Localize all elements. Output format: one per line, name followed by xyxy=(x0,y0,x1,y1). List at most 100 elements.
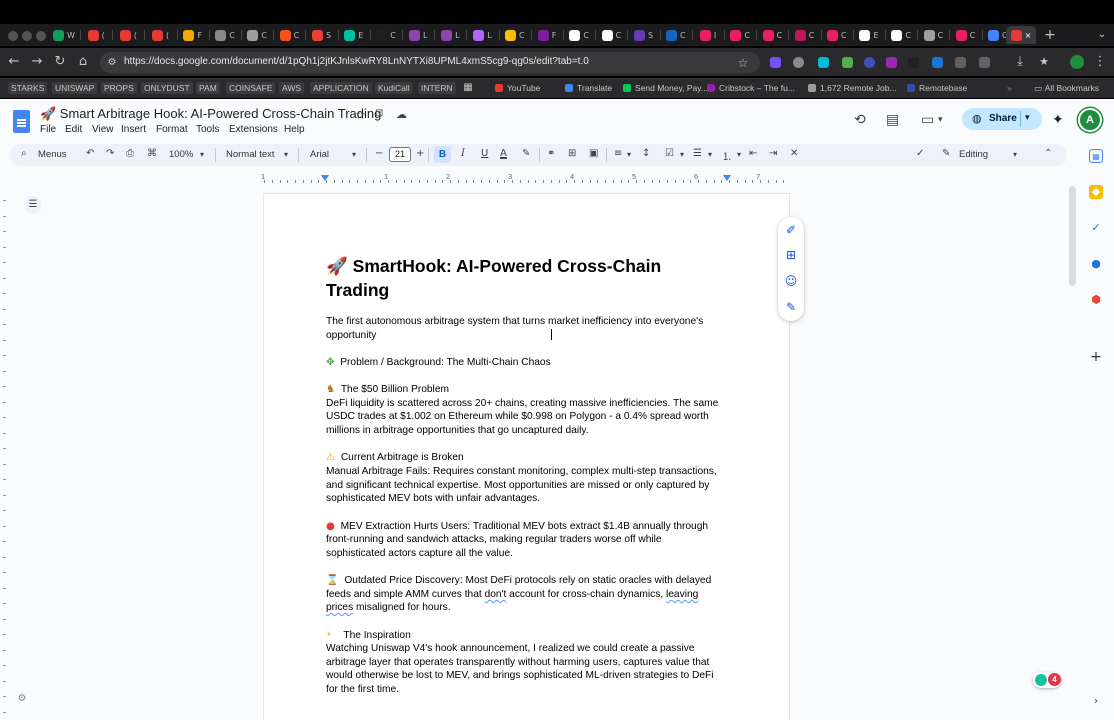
bookmark-folder[interactable]: AWS xyxy=(279,82,305,94)
section-2-line-3[interactable]: sophisticated MEV bots with unfair advan… xyxy=(326,492,540,506)
bookmark-folder[interactable]: COINSAFE xyxy=(226,82,276,94)
menu-insert[interactable]: Insert xyxy=(121,124,146,135)
show-side-panel-icon[interactable]: › xyxy=(1089,694,1103,708)
browser-tab[interactable]: C xyxy=(501,26,529,44)
browser-tab[interactable]: F xyxy=(533,26,561,44)
menus-search[interactable]: Menus xyxy=(38,149,67,160)
bold-button[interactable]: B xyxy=(434,146,451,163)
italic-button[interactable]: I xyxy=(461,148,465,159)
tasks-icon[interactable]: ✓ xyxy=(1089,221,1103,235)
active-tab-close-icon[interactable]: × xyxy=(1025,31,1032,40)
increase-indent-icon[interactable]: ⇥ xyxy=(769,148,777,159)
bookmark-site[interactable]: Cribstock – The fu... xyxy=(704,82,798,94)
spelling-suggestion[interactable]: don't xyxy=(485,589,507,600)
document-title-line-1[interactable]: 🚀 SmartHook: AI-Powered Cross-Chain xyxy=(326,256,661,277)
browser-tab[interactable]: C xyxy=(823,26,851,44)
doc-title[interactable]: 🚀 Smart Arbitrage Hook: AI-Powered Cross… xyxy=(40,106,381,122)
section-4-line-3[interactable]: prices misaligned for hours. xyxy=(326,601,451,615)
contacts-icon[interactable]: ● xyxy=(1089,257,1103,271)
menu-edit[interactable]: Edit xyxy=(65,124,82,135)
tab-search-chevron-icon[interactable]: ⌄ xyxy=(1094,27,1110,43)
browser-tab[interactable]: F xyxy=(179,26,207,44)
browser-tab[interactable]: C xyxy=(211,26,239,44)
extension-icon-7[interactable] xyxy=(908,57,919,68)
grammar-suggestion[interactable]: prices xyxy=(326,602,353,613)
suggest-edits-icon[interactable]: ✎ xyxy=(783,299,799,315)
section-1-heading[interactable]: ♞ The $50 Billion Problem xyxy=(326,383,449,397)
extension-icon-1[interactable] xyxy=(770,57,781,68)
checklist-icon[interactable]: ☑ xyxy=(665,148,674,159)
paint-format-icon[interactable]: ⌘ xyxy=(147,148,157,159)
add-addon-plus-icon[interactable]: + xyxy=(1089,350,1103,364)
add-comment-icon[interactable]: ⊞ xyxy=(783,247,799,263)
decrease-indent-icon[interactable]: ⇤ xyxy=(749,148,757,159)
keep-icon[interactable]: ◆ xyxy=(1089,185,1103,199)
browser-tab[interactable]: ( xyxy=(147,26,175,44)
forward-arrow-icon[interactable]: → xyxy=(29,54,45,70)
bookmark-site[interactable]: 1,672 Remote Job... xyxy=(805,82,900,94)
browser-tab[interactable]: C xyxy=(952,26,980,44)
chrome-menu-icon[interactable]: ⋮ xyxy=(1092,54,1108,70)
browser-tab[interactable]: S xyxy=(308,26,336,44)
window-maximize-dot[interactable] xyxy=(36,31,46,41)
browser-tab[interactable]: E xyxy=(855,26,883,44)
section-2-line-2[interactable]: and significant technical expertise. Mos… xyxy=(326,479,709,493)
font-size-input[interactable]: 21 xyxy=(389,147,411,162)
zoom-select[interactable]: 100% xyxy=(169,149,193,160)
bookmark-site[interactable]: Translate xyxy=(562,82,615,94)
undo-icon[interactable]: ↶ xyxy=(86,148,94,159)
share-dropdown-icon[interactable]: ▾ xyxy=(1025,113,1030,123)
section-5-line-4[interactable]: for the first time. xyxy=(326,683,399,697)
chrome-profile-avatar[interactable] xyxy=(1070,55,1084,69)
section-3-line-1[interactable]: ● MEV Extraction Hurts Users: Traditiona… xyxy=(326,520,708,534)
move-folder-icon[interactable]: ⊡ xyxy=(375,108,383,119)
align-caret-icon[interactable]: ▾ xyxy=(627,150,631,159)
bookmark-folder[interactable]: APPLICATION xyxy=(310,82,372,94)
browser-tab[interactable]: C xyxy=(887,26,915,44)
bookmark-site[interactable]: Remotebase xyxy=(904,82,970,94)
section-3-line-2[interactable]: front-running and sandwich attacks, maki… xyxy=(326,533,662,547)
menu-tools[interactable]: Tools xyxy=(196,124,219,135)
browser-tab[interactable]: C xyxy=(565,26,593,44)
section-5-line-2[interactable]: arbitrage layer that operates transparen… xyxy=(326,656,709,670)
section-4-line-2[interactable]: feeds and simple AMM curves that don't a… xyxy=(326,588,698,602)
browser-tab[interactable]: C xyxy=(791,26,819,44)
section-1-line-3[interactable]: millions in arbitrage opportunities that… xyxy=(326,424,589,438)
extension-icon-5[interactable] xyxy=(864,57,875,68)
add-comment-icon[interactable]: ⊞ xyxy=(568,148,576,159)
insert-image-icon[interactable]: ▣ xyxy=(589,148,598,159)
browser-tab[interactable]: L xyxy=(469,26,497,44)
star-icon[interactable]: ☆ xyxy=(355,108,366,122)
mode-caret-icon[interactable]: ▾ xyxy=(1013,150,1017,159)
bookmark-folder[interactable]: INTERN xyxy=(418,82,456,94)
print-icon[interactable]: ⎙ xyxy=(126,148,134,159)
underline-button[interactable]: U xyxy=(481,148,488,159)
numbered-list-icon[interactable]: ⒈ xyxy=(722,148,732,163)
left-indent-marker-icon[interactable] xyxy=(321,175,329,181)
section-2-heading[interactable]: ⚠ Current Arbitrage is Broken xyxy=(326,451,464,465)
browser-tab[interactable]: E xyxy=(340,26,368,44)
meet-caret-icon[interactable]: ▾ xyxy=(938,115,943,125)
style-caret-icon[interactable]: ▾ xyxy=(284,150,288,159)
document-outline-icon[interactable]: ☰ xyxy=(24,196,42,214)
browser-tab[interactable]: C xyxy=(597,26,625,44)
browser-tab[interactable]: L xyxy=(404,26,432,44)
clear-formatting-icon[interactable]: ✕ xyxy=(790,148,798,159)
download-icon[interactable]: ⤓ xyxy=(1012,54,1028,70)
active-tab[interactable]: × xyxy=(1006,26,1036,44)
back-arrow-icon[interactable]: ← xyxy=(6,54,22,70)
insert-link-icon[interactable]: ⚭ xyxy=(547,148,555,159)
section-5-heading[interactable]: • The Inspiration xyxy=(326,629,411,643)
editing-mode-select[interactable]: Editing xyxy=(959,149,988,160)
menu-file[interactable]: File xyxy=(40,124,56,135)
docs-logo-icon[interactable] xyxy=(13,110,30,133)
checklist-caret-icon[interactable]: ▾ xyxy=(680,150,684,159)
align-icon[interactable]: ≡ xyxy=(614,148,622,159)
section-1-line-1[interactable]: DeFi liquidity is scattered across 20+ c… xyxy=(326,397,718,411)
extension-icon-6[interactable] xyxy=(886,57,897,68)
bookmark-site[interactable]: YouTube xyxy=(492,82,543,94)
emoji-reaction-icon[interactable]: ☺ xyxy=(783,273,799,289)
section-3-line-3[interactable]: sophisticated actors capture all the val… xyxy=(326,547,513,561)
section-5-line-3[interactable]: would otherwise be lost to MEV, and brin… xyxy=(326,669,714,683)
bulleted-list-icon[interactable]: ☰ xyxy=(693,148,702,159)
